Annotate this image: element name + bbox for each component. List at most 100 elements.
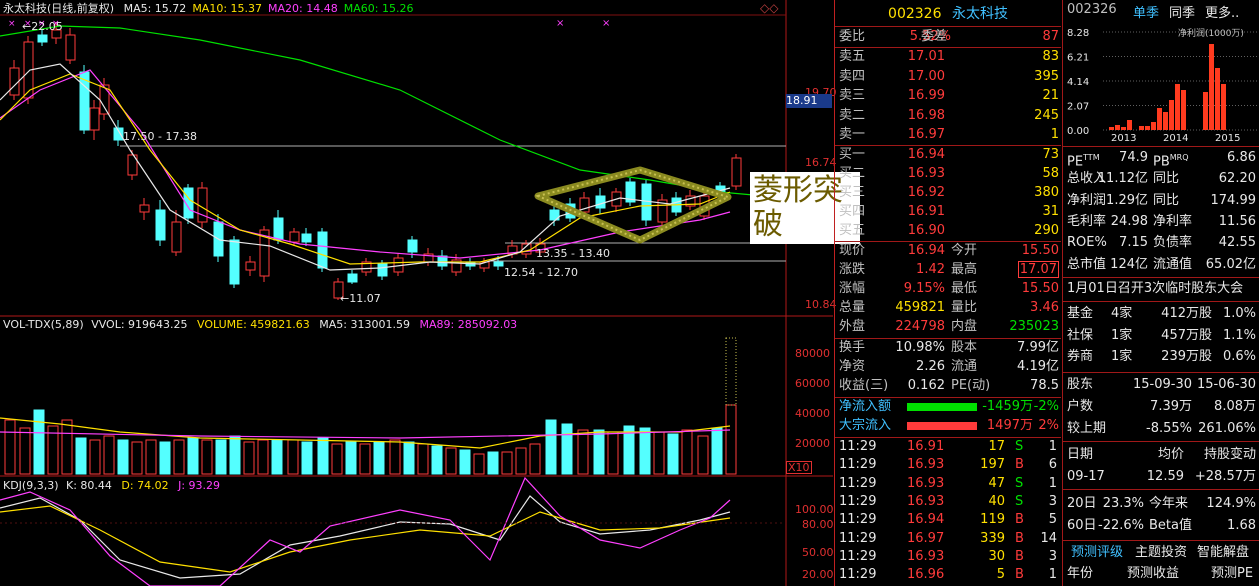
- volume-bar: [345, 441, 357, 475]
- ma-legend-item: MA10: 15.37: [192, 2, 263, 15]
- candle-body: [377, 263, 388, 277]
- stock-name: 永太科技: [951, 6, 1008, 22]
- volume-bar: [173, 439, 185, 475]
- price-axis-label-2: 16.74: [805, 156, 837, 169]
- volume-bar: [639, 427, 651, 475]
- ma-legend: MA5: 15.72 MA10: 15.37 MA20: 14.48 MA60: 15…: [118, 2, 414, 15]
- kline-chart-area[interactable]: × × × × × × 永太科技(日线,前复权) MA5: 15.72 MA10: 15.3…: [0, 0, 860, 586]
- ask-row: 卖二 16.98 245: [839, 107, 1059, 123]
- profit-axis-label: 0.00: [1067, 126, 1089, 137]
- candle-body: [245, 261, 256, 271]
- volume-bar: [271, 439, 283, 475]
- date-row: 09-17 12.59 +28.57万: [1067, 469, 1256, 484]
- level-annotation-1: 17.50 - 17.38: [123, 130, 197, 143]
- volume-bar: [653, 431, 665, 475]
- bottom-tab[interactable]: 预测评级: [1071, 543, 1123, 563]
- profit-year-label: 2013: [1111, 133, 1136, 144]
- share-header: 股东 15-09-30 15-06-30: [1067, 377, 1256, 392]
- kdj-axis-2: 80.00: [802, 518, 834, 531]
- tab-quarter[interactable]: 单季: [1133, 2, 1159, 21]
- level-annotation-3: 12.54 - 12.70: [504, 266, 578, 279]
- vol-axis-4: 20000: [795, 437, 830, 450]
- candle-body: [595, 195, 606, 209]
- tick-row: 11:29 16.94 119 B 5: [839, 512, 1057, 528]
- share-row: 户数 7.39万 8.08万: [1067, 399, 1256, 414]
- candle-body: [9, 67, 20, 96]
- volume-bar: [515, 447, 527, 475]
- chart-title: 永太科技(日线,前复权): [3, 2, 115, 15]
- chart-header: 永太科技(日线,前复权) MA5: 15.72 MA10: 15.37 MA20: …: [3, 2, 413, 16]
- vol-axis-3: 40000: [795, 407, 830, 420]
- candle-body: [65, 34, 76, 61]
- volume-bar: [373, 441, 385, 475]
- bottom-header-row: 年份 预测收益 预测PE: [1067, 566, 1254, 581]
- weibi-row: 委比 5.52% 委差 87: [839, 29, 1059, 44]
- perf-row: 20日 23.3% 今年来 124.9%: [1067, 496, 1256, 511]
- fund-row: ROE% 7.15 负债率 42.55: [1067, 235, 1256, 251]
- volume-bar: [75, 437, 87, 475]
- current-price-tag: 18.91: [786, 94, 832, 108]
- ma60-line: [0, 25, 787, 199]
- candle-body: [493, 261, 504, 267]
- candle-body: [301, 233, 312, 243]
- fundamentals-panel: 002326 单季 同季 更多.. 8.28 6.21 4.14 2.07 0.00 净利…: [1062, 0, 1259, 586]
- candle-body: [407, 239, 418, 253]
- volume-bar: [417, 443, 429, 475]
- candle-body: [37, 34, 48, 43]
- volume-bar: [331, 443, 343, 475]
- volume-bar: [201, 439, 213, 475]
- volume-bar: [229, 435, 241, 475]
- signal-marker: ×: [556, 18, 564, 29]
- bottom-tab[interactable]: 智能解盘: [1197, 543, 1249, 563]
- net-profit-chart: 8.28 6.21 4.14 2.07 0.00 净利润(1000万) 2013 2014 20…: [1067, 27, 1258, 144]
- quote-panel: 002326 永太科技 委比 5.52% 委差 87 卖五 17.01 83 卖四 17…: [834, 0, 1061, 586]
- holder-row: 券商 1家 239万股 0.6%: [1067, 349, 1256, 364]
- tick-row: 11:29 16.93 197 B 6: [839, 457, 1057, 473]
- volume-bar: [681, 429, 693, 475]
- fund-row: PETTM 74.9 PBMRQ 6.86: [1067, 150, 1256, 170]
- signal-marker: ×: [8, 19, 16, 29]
- candle-body: [731, 157, 742, 187]
- profit-bar: [1109, 127, 1114, 130]
- candle-body: [139, 204, 150, 213]
- volume-bar: [389, 439, 401, 475]
- profit-bar: [1157, 108, 1162, 130]
- flow-row: 净流入额 -1459万 -2%: [839, 399, 1059, 414]
- chart-options-icons[interactable]: ◇◇: [760, 1, 778, 15]
- volume-bar: [667, 433, 679, 475]
- volume-bar: [403, 441, 415, 475]
- volume-bar: [61, 419, 73, 475]
- volume-bar: [4, 419, 16, 475]
- volume-bar: [725, 404, 737, 475]
- kdj-d-line: [0, 505, 731, 573]
- volume-bar: [117, 439, 129, 475]
- profit-bar: [1121, 127, 1126, 130]
- stat-row: 现价 16.94 今开 15.50: [839, 243, 1059, 258]
- share-row: 较上期 -8.55% 261.06%: [1067, 420, 1256, 436]
- candle-body: [289, 231, 300, 243]
- volume-bar: [593, 429, 605, 475]
- volume-bar: [257, 439, 269, 475]
- tab-more[interactable]: 更多..: [1205, 2, 1239, 21]
- candle-body: [171, 221, 182, 253]
- tab-same-quarter[interactable]: 同季: [1169, 2, 1195, 21]
- notice-row[interactable]: 1月01日召开3次临时股东大会: [1063, 279, 1259, 299]
- vol-axis-2: 60000: [795, 377, 830, 390]
- profit-bar: [1209, 44, 1214, 130]
- date-header: 日期 均价 持股变动: [1067, 447, 1256, 462]
- bid-row: 买一 16.94 73: [839, 147, 1059, 162]
- kline-chart-svg[interactable]: × × × × × ×: [0, 0, 833, 586]
- fund-code: 002326: [1067, 2, 1117, 17]
- high-annotation: ←22.05: [22, 20, 63, 33]
- ask-row: 卖一 16.97 1: [839, 127, 1059, 142]
- profit-bar: [1163, 112, 1168, 130]
- volume-bar: [89, 439, 101, 475]
- profit-bar: [1145, 126, 1150, 130]
- candle-body: [229, 239, 240, 285]
- bottom-tab[interactable]: 主题投资: [1135, 543, 1187, 563]
- tick-row: 11:29 16.97 339 B 14: [839, 530, 1057, 546]
- profit-year-label: 2015: [1215, 133, 1240, 144]
- ma-legend-item: MA20: 14.48: [268, 2, 338, 15]
- profit-bar: [1115, 125, 1120, 130]
- price-axis-label-3: 10.84: [805, 298, 837, 311]
